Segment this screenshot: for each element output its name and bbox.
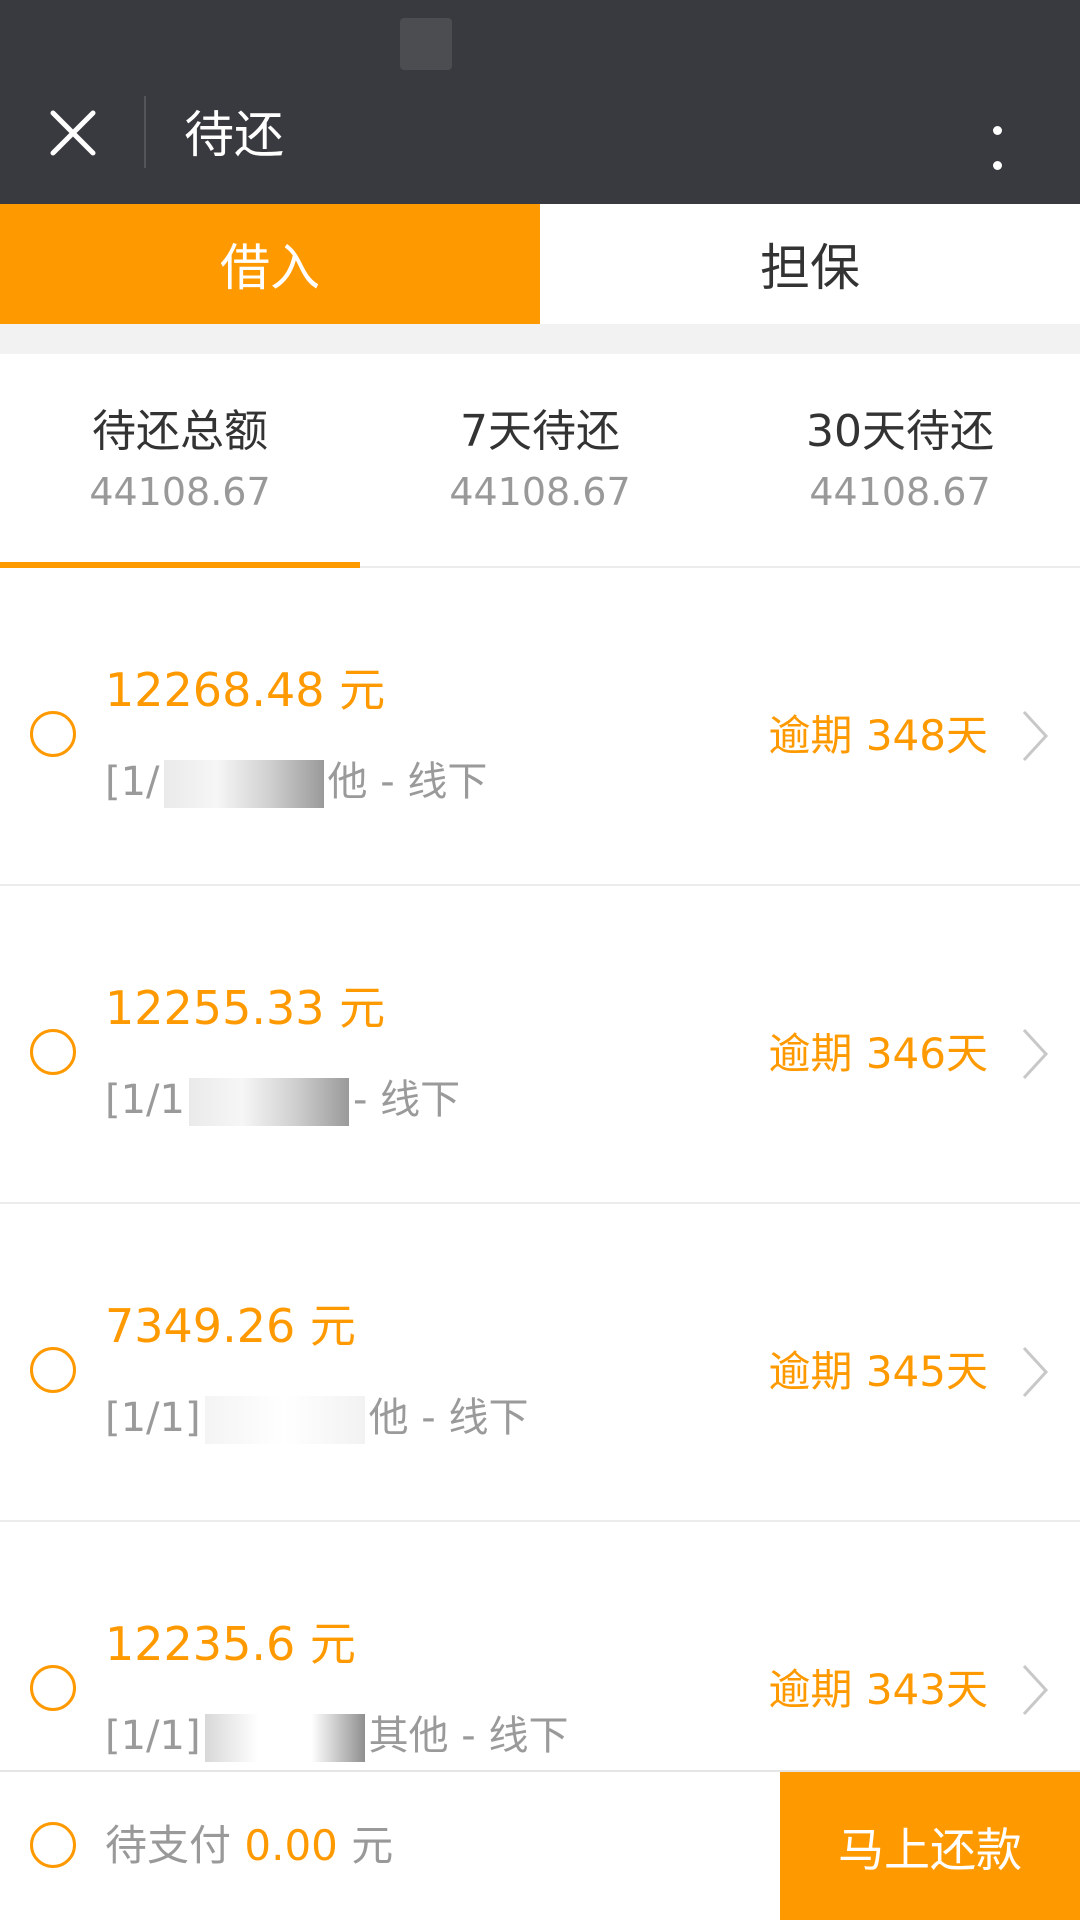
summary-value: 44108.67	[89, 470, 271, 514]
more-vertical-icon	[992, 161, 1002, 170]
select-radio[interactable]	[30, 1347, 76, 1393]
redacted-block	[204, 1714, 365, 1762]
list-item[interactable]: 7349.26 元 [1/1] 他 - 线下 逾期 345天	[0, 1204, 1080, 1522]
nav-bar: 待还	[0, 0, 1080, 204]
overdue-status: 逾期 343天	[768, 1665, 988, 1714]
desc-suffix: 他 - 线下	[368, 1395, 529, 1441]
desc-suffix: - 线下	[352, 1077, 461, 1123]
page-title: 待还	[184, 106, 284, 164]
item-amount: 12255.33 元	[105, 981, 386, 1035]
close-button[interactable]	[40, 100, 106, 166]
summary-label: 7天待还	[460, 406, 620, 457]
desc-prefix: [1/	[105, 759, 160, 805]
repay-now-button[interactable]: 马上还款	[780, 1772, 1080, 1920]
chevron-right-icon	[1022, 1028, 1049, 1080]
desc-prefix: [1/1	[105, 1077, 185, 1123]
pay-label: 待支付	[105, 1821, 232, 1870]
item-amount: 12268.48 元	[105, 663, 386, 717]
item-desc: [1/他 - 线下	[105, 754, 487, 810]
desc-suffix: 其他 - 线下	[368, 1713, 569, 1759]
tab-bar: 借入 担保	[0, 204, 1080, 324]
redacted-block	[188, 1078, 349, 1126]
more-vertical-icon	[992, 126, 1002, 135]
tab-guarantee[interactable]: 担保	[540, 204, 1080, 324]
summary-label: 待还总额	[92, 406, 268, 457]
desc-prefix: [1/1]	[105, 1395, 201, 1441]
status-bar-icon	[400, 18, 452, 70]
app-root: 待还 借入 担保 待还总额 44108.67 7天待还 44108.67 30天…	[0, 0, 1080, 1920]
chevron-right-icon	[1022, 1664, 1049, 1716]
overdue-status: 逾期 346天	[768, 1029, 988, 1078]
summary-value: 44108.67	[449, 470, 631, 514]
item-amount: 12235.6 元	[105, 1617, 356, 1671]
select-radio[interactable]	[30, 1029, 76, 1075]
repayment-list: 12268.48 元 [1/他 - 线下 逾期 348天 12255.33 元 …	[0, 568, 1080, 1840]
redacted-block	[163, 760, 324, 808]
summary-value: 44108.67	[809, 470, 991, 514]
summary-tabs: 待还总额 44108.67 7天待还 44108.67 30天待还 44108.…	[0, 354, 1080, 568]
summary-30day[interactable]: 30天待还 44108.67	[720, 354, 1080, 566]
pay-unit: 元	[351, 1821, 394, 1870]
item-amount: 7349.26 元	[105, 1299, 356, 1353]
list-item[interactable]: 12268.48 元 [1/他 - 线下 逾期 348天	[0, 568, 1080, 886]
item-desc: [1/1 - 线下	[105, 1072, 460, 1128]
item-desc: [1/1] 他 - 线下	[105, 1390, 528, 1446]
select-all-radio[interactable]	[30, 1822, 76, 1868]
chevron-right-icon	[1022, 1346, 1049, 1398]
section-gap	[0, 324, 1080, 354]
list-item[interactable]: 12255.33 元 [1/1 - 线下 逾期 346天	[0, 886, 1080, 1204]
summary-7day[interactable]: 7天待还 44108.67	[360, 354, 720, 566]
overdue-status: 逾期 345天	[768, 1347, 988, 1396]
select-radio[interactable]	[30, 711, 76, 757]
select-radio[interactable]	[30, 1665, 76, 1711]
pay-amount: 0.00	[244, 1821, 338, 1870]
desc-suffix: 他 - 线下	[327, 759, 488, 805]
close-icon	[50, 110, 96, 156]
nav-divider	[144, 96, 146, 168]
desc-prefix: [1/1]	[105, 1713, 201, 1759]
pending-payment: 待支付 0.00 元	[105, 1816, 393, 1876]
summary-total[interactable]: 待还总额 44108.67	[0, 354, 360, 568]
chevron-right-icon	[1022, 710, 1049, 762]
summary-label: 30天待还	[806, 406, 994, 457]
overdue-status: 逾期 348天	[768, 711, 988, 760]
redacted-block	[204, 1396, 365, 1444]
item-desc: [1/1] 其他 - 线下	[105, 1708, 568, 1764]
bottom-pay-bar: 待支付 0.00 元 马上还款	[0, 1770, 1080, 1920]
more-button[interactable]	[974, 118, 1020, 178]
tab-borrow[interactable]: 借入	[0, 204, 540, 324]
